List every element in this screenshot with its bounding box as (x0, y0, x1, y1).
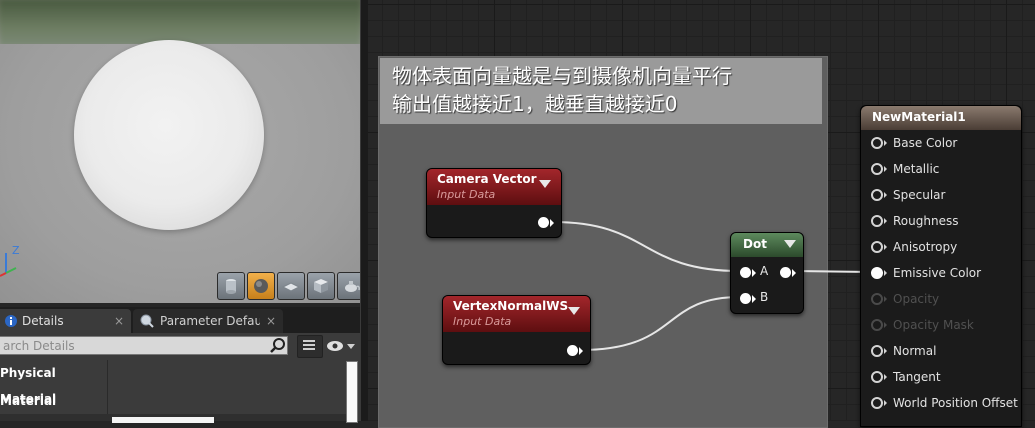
node-header[interactable]: VertexNormalWS Input Data (443, 296, 590, 332)
node-subtitle: Input Data (437, 188, 496, 201)
wire-camera-to-dot-a (552, 221, 741, 272)
input-label: Tangent (893, 370, 941, 384)
input-label: Metallic (893, 162, 940, 176)
material-input-anisotropy[interactable]: Anisotropy (871, 238, 957, 256)
material-input-normal[interactable]: Normal (871, 342, 936, 360)
category-physical-material[interactable]: Physical Material (0, 360, 107, 406)
tab-parameter-defaults[interactable]: Parameter Defaults × (133, 309, 283, 333)
input-pin-label-a: A (760, 264, 769, 278)
material-input-specular[interactable]: Specular (871, 186, 945, 204)
search-details-input[interactable]: arch Details (0, 336, 288, 355)
input-pin (871, 293, 883, 305)
output-pin-arrow-icon (792, 269, 796, 277)
camera-vector-node[interactable]: Camera Vector Input Data (426, 168, 562, 238)
parameter-search-icon (140, 314, 154, 328)
chevron-down-icon[interactable] (539, 180, 551, 188)
input-label: Roughness (893, 214, 959, 228)
input-pin[interactable] (871, 241, 883, 253)
input-pin[interactable] (871, 397, 883, 409)
input-pin[interactable] (871, 137, 883, 149)
tab-details[interactable]: Details × (0, 309, 131, 333)
property-value-field[interactable] (112, 417, 214, 423)
details-icon (5, 315, 17, 327)
input-pin[interactable] (871, 189, 883, 201)
material-input-metallic[interactable]: Metallic (871, 160, 939, 178)
input-label: Opacity Mask (893, 318, 974, 332)
output-pin-arrow-icon (550, 219, 554, 227)
wire-normal-to-dot-b (579, 296, 741, 351)
input-pin (871, 319, 883, 331)
input-pin-arrow-icon (752, 269, 756, 277)
input-label: Normal (893, 344, 937, 358)
input-pin[interactable] (871, 345, 883, 357)
input-pin-arrow-icon (884, 140, 887, 146)
close-icon[interactable]: × (266, 314, 276, 328)
input-pin-arrow-icon (884, 296, 887, 302)
visibility-eye-icon[interactable] (325, 338, 359, 354)
material-input-emissive-color[interactable]: Emissive Color (871, 264, 981, 282)
tab-label: Details (22, 314, 64, 328)
input-pin-arrow-icon (752, 295, 756, 303)
material-input-roughness[interactable]: Roughness (871, 212, 958, 230)
input-label: Emissive Color (893, 266, 982, 280)
details-scrollbar[interactable] (346, 361, 358, 423)
input-pin-arrow-icon (884, 192, 887, 198)
input-pin-label-b: B (760, 290, 769, 304)
chevron-down-icon[interactable] (568, 307, 580, 315)
input-pin[interactable] (871, 371, 883, 383)
dot-node[interactable]: Dot A B (730, 232, 804, 314)
material-node-title[interactable]: NewMaterial1 (861, 106, 1021, 130)
material-input-opacity-mask: Opacity Mask (871, 316, 974, 334)
node-subtitle: Input Data (453, 315, 512, 328)
input-pin-arrow-icon (884, 348, 887, 354)
input-pin[interactable] (871, 215, 883, 227)
tab-label: Parameter Defaults (160, 314, 260, 328)
material-input-world-position-offset[interactable]: World Position Offset (871, 394, 1018, 412)
close-icon[interactable]: × (114, 314, 124, 328)
panel-tab-bar: Details × Parameter Defaults × (0, 307, 360, 333)
input-label: Anisotropy (893, 240, 958, 254)
grid-view-icon (303, 340, 315, 350)
input-label: Opacity (893, 292, 940, 306)
output-pin[interactable] (780, 267, 791, 278)
node-title: Camera Vector (437, 172, 537, 186)
input-label: World Position Offset (893, 396, 1018, 410)
material-result-node[interactable]: NewMaterial1 Base Color Metallic Specular R… (860, 105, 1022, 427)
node-header[interactable]: Camera Vector Input Data (427, 169, 561, 205)
output-pin-arrow-icon (579, 347, 583, 355)
category-material[interactable]: Material (0, 388, 107, 414)
input-pin-arrow-icon (884, 400, 887, 406)
view-options-button[interactable] (297, 335, 323, 358)
input-pin-arrow-icon (884, 166, 887, 172)
input-pin[interactable] (871, 163, 883, 175)
input-label: Base Color (893, 136, 958, 150)
input-pin-a[interactable] (740, 267, 751, 278)
output-pin[interactable] (567, 345, 578, 356)
chevron-down-icon[interactable] (784, 240, 796, 248)
input-pin-arrow-icon (884, 244, 887, 250)
node-header[interactable]: Dot (731, 233, 803, 257)
input-pin-arrow-icon (884, 218, 887, 224)
search-icon[interactable] (269, 337, 287, 355)
input-pin[interactable] (871, 267, 883, 279)
material-input-tangent[interactable]: Tangent (871, 368, 941, 386)
output-pin[interactable] (538, 217, 549, 228)
input-pin-arrow-icon (884, 270, 887, 276)
property-column-divider (107, 360, 108, 421)
input-pin-arrow-icon (884, 374, 887, 380)
material-input-base-color[interactable]: Base Color (871, 134, 957, 152)
input-label: Specular (893, 188, 946, 202)
input-pin-arrow-icon (884, 322, 887, 328)
material-input-opacity: Opacity (871, 290, 939, 308)
node-title: VertexNormalWS (453, 299, 569, 313)
vertex-normal-ws-node[interactable]: VertexNormalWS Input Data (442, 295, 591, 365)
input-pin-b[interactable] (740, 293, 751, 304)
